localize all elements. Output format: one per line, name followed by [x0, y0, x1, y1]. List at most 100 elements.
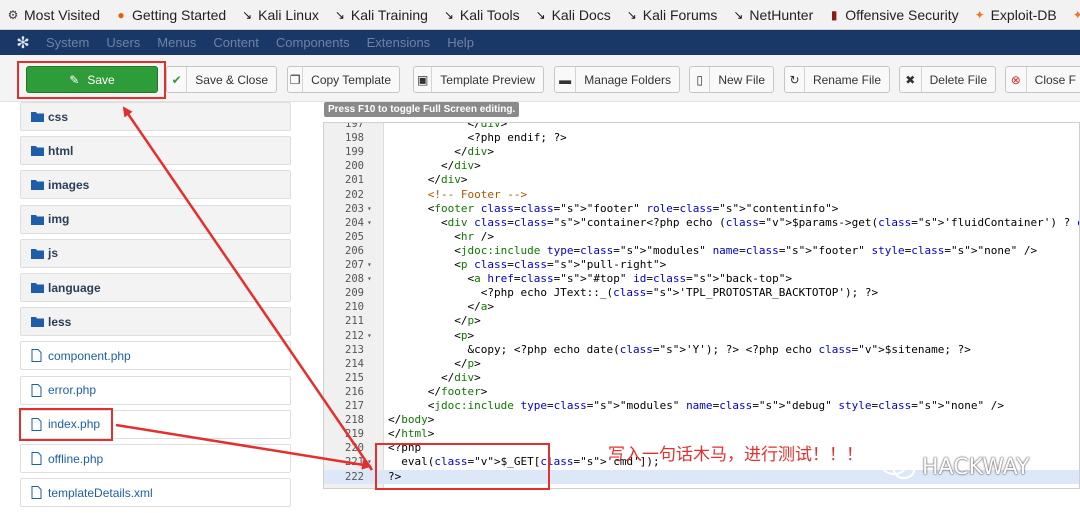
code-line[interactable]: 200 </div> [324, 159, 1079, 173]
code-text: </div> [388, 122, 508, 130]
new-file-button[interactable]: ▯ New File [689, 66, 774, 93]
menu-system[interactable]: System [46, 35, 89, 50]
bookmark-kali-docs[interactable]: ↘ Kali Docs [534, 7, 611, 23]
folder-item-language[interactable]: language [20, 273, 291, 302]
fold-toggle-icon[interactable]: ▾ [367, 329, 372, 343]
code-line[interactable]: 208 ▾ <a href=class="s">"#top" id=class="… [324, 272, 1079, 286]
code-line[interactable]: 207 ▾ <p class=class="s">"pull-right"> [324, 258, 1079, 272]
bookmark-offensive-security[interactable]: ▮ Offensive Security [827, 7, 959, 23]
code-line[interactable]: 212 ▾ <p> [324, 329, 1079, 343]
bookmark-most-visited[interactable]: ⚙ Most Visited [6, 7, 100, 23]
folder-icon [31, 316, 45, 328]
line-number: 220 [345, 442, 364, 455]
bookmark-kali-linux[interactable]: ↘ Kali Linux [240, 7, 319, 23]
bookmark-ghdb[interactable]: ✦GHDB [1071, 7, 1080, 23]
bookmark-kali-tools[interactable]: ↘ Kali Tools [442, 7, 520, 23]
file-item-templatedetails-xml[interactable]: templateDetails.xml [20, 478, 291, 508]
kali-dragon-icon: ↘ [443, 7, 454, 22]
code-text: <!-- Footer --> [388, 187, 528, 201]
folder-icon [31, 248, 45, 259]
line-number: 213 [345, 343, 364, 356]
line-number: 207 [345, 259, 364, 271]
line-number: 216 [345, 385, 364, 398]
close-file-button[interactable]: ⊗ Close F [1005, 66, 1080, 93]
code-editor[interactable]: 197 </div> 198 <?php endif; ?> 199 </div> 2… [323, 122, 1080, 489]
code-line[interactable]: 218 </body> [324, 413, 1079, 427]
refresh-icon: ↻ [785, 67, 805, 92]
code-line[interactable]: 206 <jdoc:include type=class="s">"module… [324, 244, 1079, 258]
folder-icon [31, 282, 45, 293]
code-line[interactable]: 205 <hr /> [324, 230, 1079, 244]
file-item-component-php[interactable]: component.php [20, 341, 291, 371]
menu-users[interactable]: Users [106, 35, 140, 50]
bookmark-kali-forums[interactable]: ↘ Kali Forums [625, 7, 718, 23]
file-icon [31, 452, 45, 465]
fold-toggle-icon[interactable]: ▾ [367, 455, 372, 469]
menu-menus[interactable]: Menus [157, 35, 196, 50]
bookmark-kali-training[interactable]: ↘ Kali Training [333, 7, 428, 23]
code-line[interactable]: 201 </div> [324, 173, 1079, 187]
code-line[interactable]: 198 <?php endif; ?> [324, 131, 1079, 145]
image-icon: ▣ [414, 67, 433, 92]
code-line[interactable]: 213 &copy; <?php echo date(class="s">'Y'… [324, 343, 1079, 357]
bookmark-getting-started[interactable]: ● Getting Started [114, 7, 226, 23]
code-line[interactable]: 203 ▾ <footer class=class="s">"footer" ro… [324, 202, 1079, 216]
line-number: 199 [345, 146, 364, 159]
firefox-icon: ● [117, 7, 125, 22]
code-text: <div class=class="s">"container<?php ech… [388, 215, 1079, 229]
code-line[interactable]: 199 </div> [324, 145, 1079, 159]
bookmark-nethunter[interactable]: ↘ NetHunter [731, 7, 813, 23]
folder-icon [31, 145, 45, 157]
folder-item-less[interactable]: less [20, 307, 291, 337]
save-highlight-box [17, 61, 166, 99]
code-line[interactable]: 209 <?php echo JText::_(class="s">'TPL_P… [324, 286, 1079, 300]
menu-components[interactable]: Components [276, 35, 350, 50]
folder-item-css[interactable]: css [20, 102, 291, 131]
code-text: </div> [388, 159, 481, 173]
kali-dragon-icon: ↘ [242, 7, 253, 22]
fold-toggle-icon[interactable]: ▾ [367, 258, 372, 272]
code-line[interactable]: 202 <!-- Footer --> [324, 187, 1079, 202]
menu-content[interactable]: Content [213, 35, 259, 50]
code-line[interactable]: 197 </div> [324, 122, 1079, 131]
line-number: 201 [345, 174, 364, 187]
file-item-error-php[interactable]: error.php [20, 375, 291, 405]
copy-template-button[interactable]: ❐ Copy Template [287, 66, 400, 93]
code-line[interactable]: 217 <jdoc:include type=class="s">"module… [324, 399, 1079, 413]
exploitdb-icon: ✦ [974, 7, 985, 22]
file-item-offline-php[interactable]: offline.php [20, 444, 291, 473]
fold-toggle-icon[interactable]: ▾ [367, 272, 372, 286]
template-preview-button[interactable]: ▣ Template Preview [413, 66, 544, 93]
manage-folders-button[interactable]: ▬ Manage Folders [554, 66, 680, 93]
rename-file-button[interactable]: ↻ Rename File [784, 66, 890, 93]
bookmarks-toolbar: ⚙ Most Visited ● Getting Started ↘ Kali Linux… [0, 0, 1080, 30]
code-line[interactable]: 210 </a> [324, 300, 1079, 314]
save-close-button[interactable]: ✔ Save & Close [166, 66, 277, 93]
delete-file-button[interactable]: ✖ Delete File [899, 66, 996, 93]
code-line[interactable]: 215 </div> [324, 371, 1079, 385]
kali-dragon-icon: ↘ [626, 7, 637, 22]
code-line[interactable]: 214 </p> [324, 357, 1079, 371]
joomla-logo-icon[interactable]: ✻ [0, 33, 46, 53]
folder-item-html[interactable]: html [20, 136, 291, 166]
bookmark-exploit-db[interactable]: ✦ Exploit-DB [973, 7, 1057, 23]
annotation-note: 写入一句话木马，进行测试！！！ [608, 445, 863, 465]
folder-item-img[interactable]: img [20, 204, 291, 234]
fold-toggle-icon[interactable]: ▾ [367, 202, 372, 216]
folder-item-images[interactable]: images [20, 170, 291, 200]
code-text: <?php endif; ?> [388, 131, 567, 145]
exploitdb-icon: ✦ [1071, 8, 1080, 22]
close-icon: ✖ [900, 67, 922, 92]
folder-item-js[interactable]: js [20, 238, 291, 268]
kali-dragon-icon: ↘ [334, 7, 345, 22]
code-text: <p class=class="s">"pull-right"> [388, 258, 667, 271]
menu-help[interactable]: Help [447, 35, 474, 50]
line-number: 214 [345, 357, 364, 370]
code-line[interactable]: 211 </p> [324, 314, 1079, 328]
folder-icon: ▬ [555, 67, 577, 92]
menu-extensions[interactable]: Extensions [367, 35, 431, 50]
code-text: </a> [388, 300, 494, 314]
code-line[interactable]: 204 ▾ <div class=class="s">"container<?ph… [324, 215, 1079, 230]
code-line[interactable]: 216 </footer> [324, 385, 1079, 399]
fold-toggle-icon[interactable]: ▾ [367, 216, 372, 230]
